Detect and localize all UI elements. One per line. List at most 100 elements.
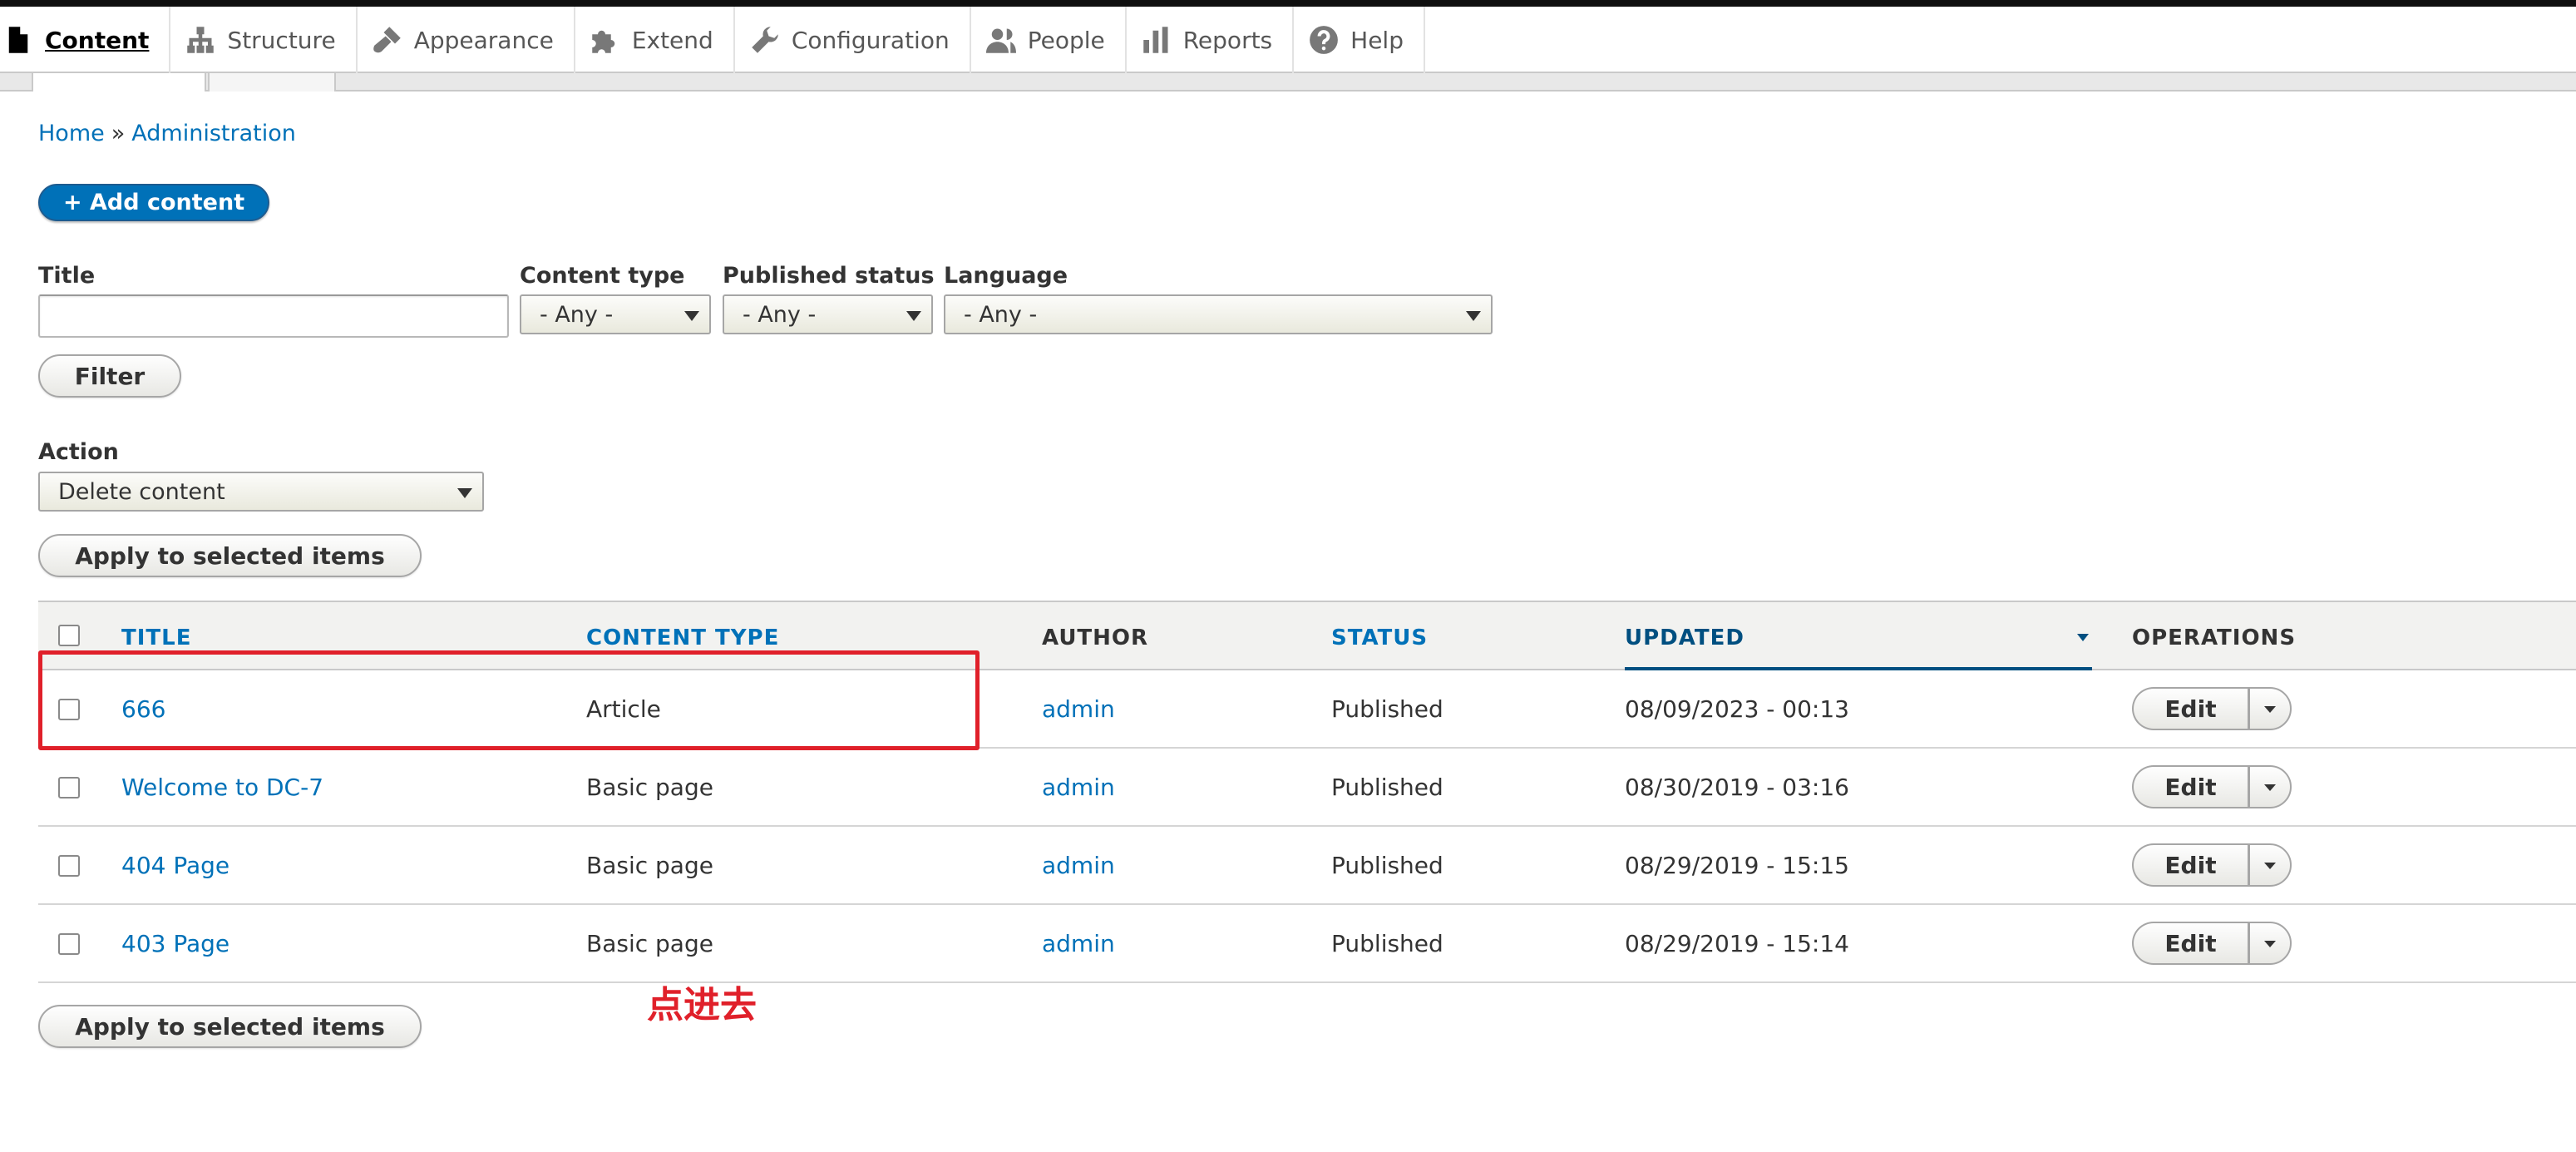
sitemap-icon [187, 27, 215, 53]
select-all-checkbox[interactable] [58, 625, 80, 646]
toolbar-item-appearance[interactable]: Appearance [358, 7, 575, 73]
tray-tab-primary[interactable] [32, 73, 206, 91]
admin-toolbar: Content Structure Appearance Extend Conf… [0, 7, 2576, 73]
row-updated: 08/29/2019 - 15:15 [1625, 852, 1849, 879]
row-status: Published [1331, 774, 1443, 801]
row-title-link[interactable]: 404 Page [121, 852, 229, 879]
content-type-select-value: - Any - [540, 301, 614, 328]
apply-to-selected-button-bottom[interactable]: Apply to selected items [38, 1005, 422, 1048]
apply-button-label: Apply to selected items [75, 541, 385, 570]
row-checkbox[interactable] [58, 777, 80, 798]
row-author-link[interactable]: admin [1042, 695, 1115, 723]
annotation-text: 点进去 [647, 984, 757, 1026]
edit-button[interactable]: Edit [2132, 843, 2248, 887]
row-checkbox[interactable] [58, 855, 80, 877]
paintbrush-icon [373, 27, 401, 53]
title-filter-label: Title [38, 263, 96, 289]
toolbar-item-label: Reports [1182, 26, 1273, 54]
filter-button[interactable]: Filter [38, 354, 181, 398]
row-title-link[interactable]: 403 Page [121, 930, 229, 957]
row-operations: Edit [2132, 922, 2292, 965]
chevron-down-icon [457, 488, 472, 498]
chevron-down-icon [684, 311, 699, 321]
toolbar-item-help[interactable]: Help [1294, 7, 1425, 73]
row-author-link[interactable]: admin [1042, 930, 1115, 957]
breadcrumb-separator: » [111, 121, 126, 146]
operations-dropdown-toggle[interactable] [2248, 765, 2292, 808]
breadcrumb: Home» Administration [38, 121, 296, 146]
top-black-bar [0, 0, 2576, 7]
language-select[interactable]: - Any - [944, 294, 1493, 334]
row-content-type: Basic page [586, 774, 713, 801]
sort-descending-icon [2077, 634, 2089, 641]
header-title[interactable]: TITLE [121, 625, 191, 650]
title-filter-input[interactable] [38, 294, 509, 338]
row-author-link[interactable]: admin [1042, 852, 1115, 879]
header-status[interactable]: STATUS [1331, 625, 1428, 650]
published-status-select-value: - Any - [743, 301, 817, 328]
operations-dropdown-toggle[interactable] [2248, 687, 2292, 730]
row-updated: 08/09/2023 - 00:13 [1625, 695, 1849, 723]
bar-chart-icon [1142, 27, 1168, 53]
action-select-value: Delete content [58, 478, 225, 505]
tray-tab-secondary[interactable] [208, 73, 336, 91]
edit-button[interactable]: Edit [2132, 765, 2248, 808]
header-content-type[interactable]: CONTENT TYPE [586, 625, 779, 650]
toolbar-item-people[interactable]: People [971, 7, 1127, 73]
toolbar-tray [0, 73, 2576, 91]
page-icon [8, 27, 28, 53]
row-operations: Edit [2132, 765, 2292, 808]
operations-dropdown-toggle[interactable] [2248, 843, 2292, 887]
puzzle-icon [592, 30, 615, 53]
annotation-highlight-box [38, 650, 980, 750]
edit-button[interactable]: Edit [2132, 922, 2248, 965]
row-author-link[interactable]: admin [1042, 774, 1115, 801]
toolbar-item-structure[interactable]: Structure [170, 7, 358, 73]
row-operations: Edit [2132, 843, 2292, 887]
add-content-label: + Add content [63, 190, 245, 215]
toolbar-item-label: Appearance [413, 26, 554, 54]
row-updated: 08/29/2019 - 15:14 [1625, 930, 1849, 957]
people-icon [985, 28, 1016, 53]
published-status-select[interactable]: - Any - [723, 294, 933, 334]
apply-to-selected-button-top[interactable]: Apply to selected items [38, 534, 422, 577]
header-author: AUTHOR [1042, 625, 1149, 650]
toolbar-item-label: Content [45, 26, 150, 54]
breadcrumb-home-link[interactable]: Home [38, 121, 105, 146]
add-content-button[interactable]: + Add content [38, 184, 270, 221]
toolbar-item-content[interactable]: Content [0, 7, 171, 73]
content-type-select[interactable]: - Any - [520, 294, 711, 334]
toolbar-item-label: Extend [631, 26, 713, 54]
language-filter-label: Language [944, 263, 1068, 289]
row-title-link[interactable]: Welcome to DC-7 [121, 774, 323, 801]
action-select[interactable]: Delete content [38, 472, 484, 512]
row-status: Published [1331, 930, 1443, 957]
header-updated[interactable]: UPDATED [1625, 625, 1744, 650]
table-row: 404 Page Basic page admin Published 08/2… [38, 827, 2576, 905]
toolbar-item-label: People [1027, 26, 1105, 54]
action-label: Action [38, 439, 119, 465]
help-icon [1310, 26, 1339, 54]
row-status: Published [1331, 695, 1443, 723]
toolbar-item-configuration[interactable]: Configuration [735, 7, 971, 73]
row-updated: 08/30/2019 - 03:16 [1625, 774, 1849, 801]
breadcrumb-administration-link[interactable]: Administration [131, 121, 296, 146]
header-operations: OPERATIONS [2132, 625, 2297, 650]
chevron-down-icon [1466, 311, 1481, 321]
row-content-type: Basic page [586, 852, 713, 879]
toolbar-item-reports[interactable]: Reports [1127, 7, 1295, 73]
operations-dropdown-toggle[interactable] [2248, 922, 2292, 965]
table-row: 403 Page Basic page admin Published 08/2… [38, 905, 2576, 983]
chevron-down-icon [906, 311, 921, 321]
row-status: Published [1331, 852, 1443, 879]
row-content-type: Basic page [586, 930, 713, 957]
toolbar-item-label: Help [1350, 26, 1404, 54]
table-row: Welcome to DC-7 Basic page admin Publish… [38, 749, 2576, 827]
row-checkbox[interactable] [58, 933, 80, 955]
filter-button-label: Filter [74, 362, 146, 390]
toolbar-item-extend[interactable]: Extend [575, 7, 735, 73]
apply-button-label: Apply to selected items [75, 1012, 385, 1041]
language-select-value: - Any - [964, 301, 1038, 328]
edit-button[interactable]: Edit [2132, 687, 2248, 730]
toolbar-item-label: Configuration [791, 26, 950, 54]
